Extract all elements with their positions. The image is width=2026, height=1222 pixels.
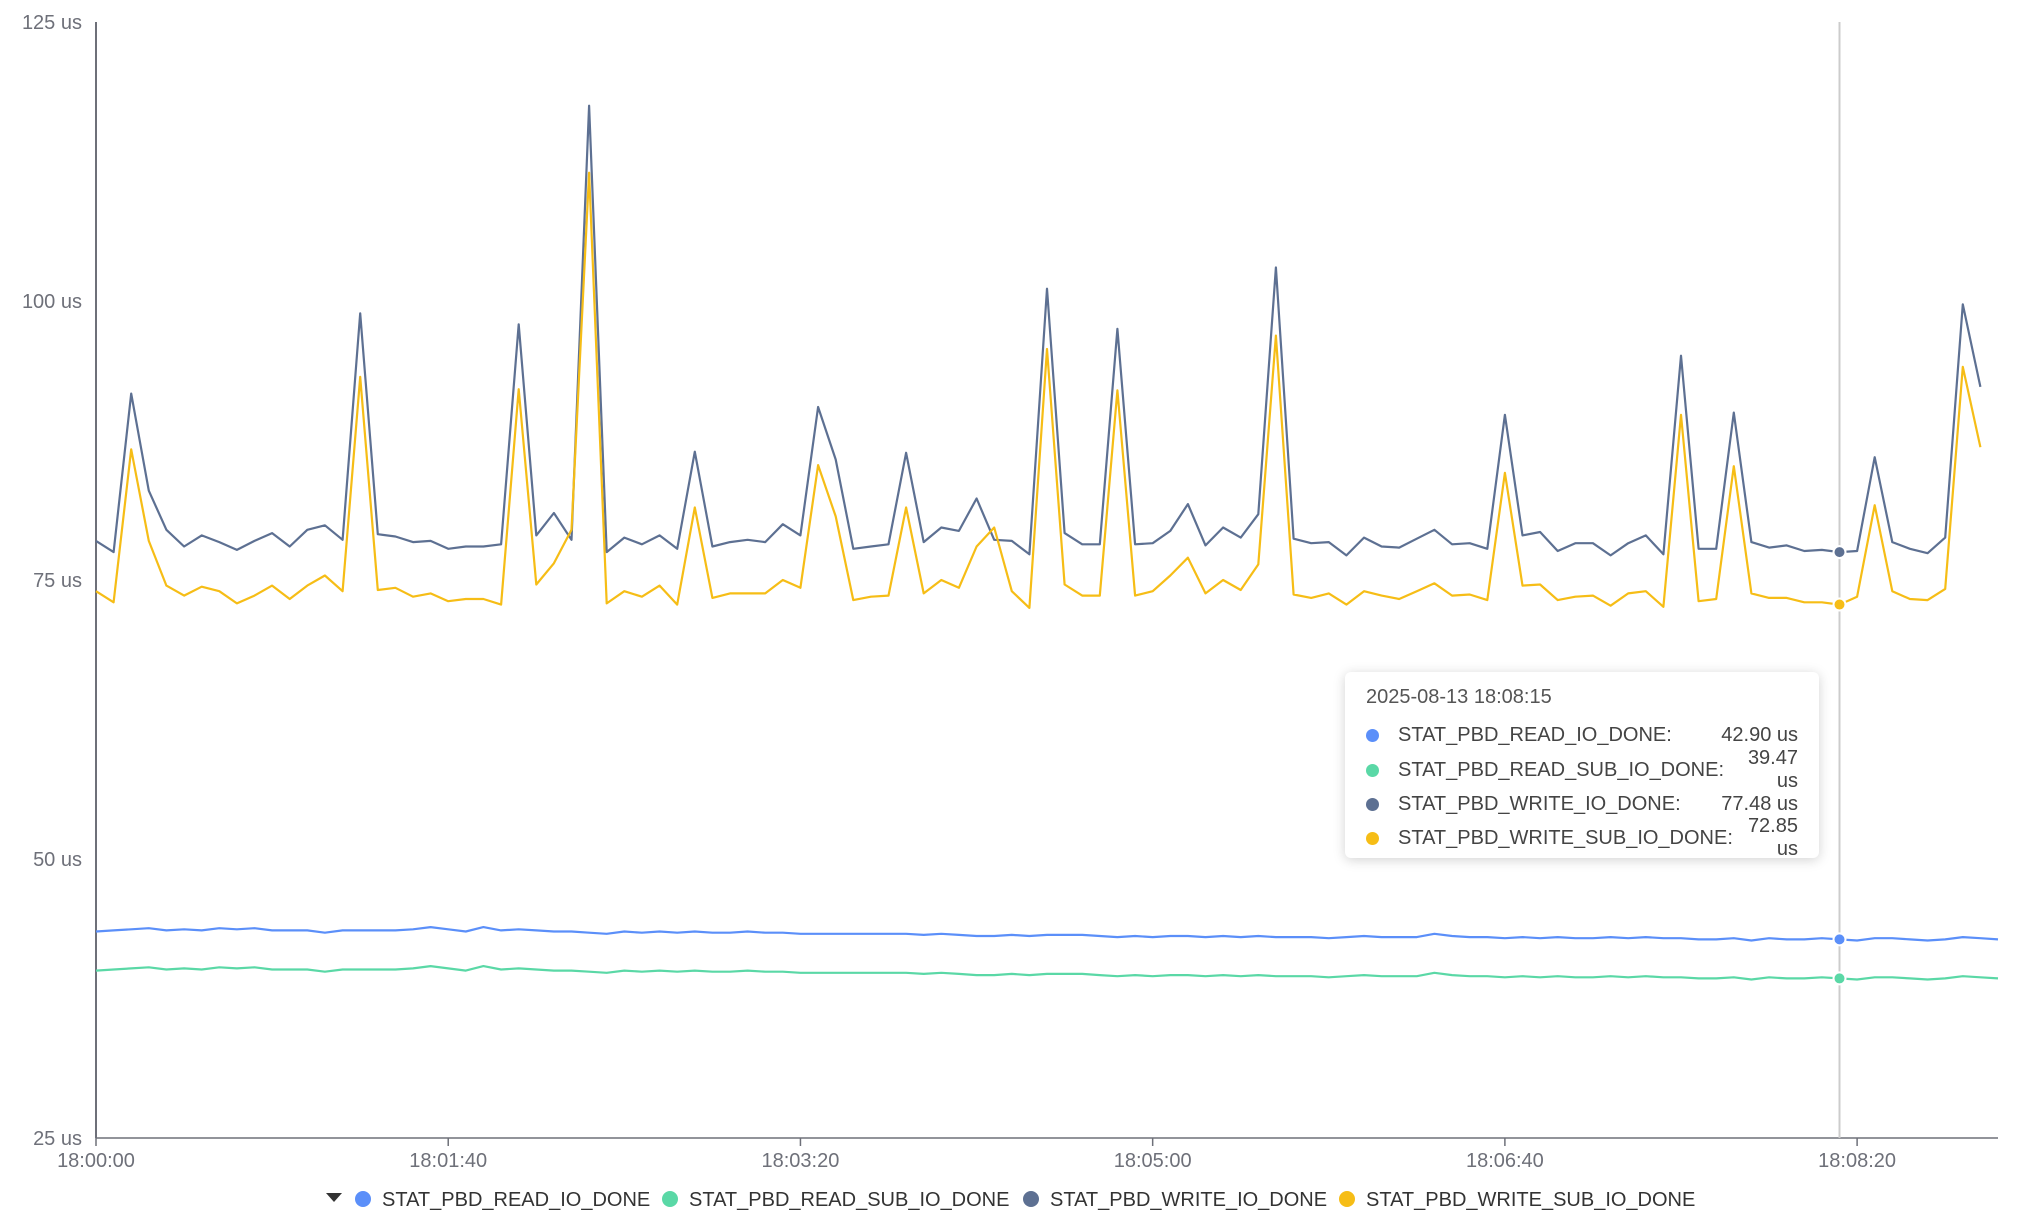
- x-tick-label: 18:06:40: [1466, 1150, 1544, 1172]
- y-tick-label: 125 us: [22, 12, 82, 34]
- triangle-down-icon[interactable]: [326, 1193, 342, 1202]
- y-tick-label: 25 us: [33, 1128, 82, 1150]
- series-color-dot: [1366, 797, 1379, 811]
- tooltip-row-write-sub-io: STAT_PBD_WRITE_SUB_IO_DONE: 72.85 us: [1366, 815, 1798, 860]
- legend-item-stat-pbd-write-io-done[interactable]: STAT_PBD_WRITE_IO_DONE: [1023, 1189, 1327, 1211]
- legend-color-dot: [1339, 1191, 1355, 1207]
- hover-point-stat-pbd-write-io-done: [1832, 545, 1847, 560]
- y-tick-label: 50 us: [33, 849, 82, 871]
- legend-item-stat-pbd-write-sub-io-done[interactable]: STAT_PBD_WRITE_SUB_IO_DONE: [1339, 1189, 1695, 1211]
- legend: STAT_PBD_READ_IO_DONE STAT_PBD_READ_SUB_I…: [326, 1189, 1695, 1211]
- y-tick-label: 75 us: [33, 570, 82, 592]
- series-line-stat-pbd-read-io-done: [95, 925, 1999, 942]
- tooltip-series-name: STAT_PBD_READ_SUB_IO_DONE:: [1398, 758, 1725, 781]
- legend-label: STAT_PBD_WRITE_SUB_IO_DONE: [1366, 1189, 1695, 1211]
- tooltip-series-value: 72.85 us: [1747, 815, 1798, 860]
- series-color-dot: [1366, 831, 1379, 845]
- hover-point-stat-pbd-read-io-done: [1832, 932, 1847, 947]
- axes: 25 us 50 us 75 us 100 us 125 us 18:00:00 18:01…: [22, 12, 1998, 1172]
- legend-item-stat-pbd-read-io-done[interactable]: STAT_PBD_READ_IO_DONE: [355, 1189, 650, 1211]
- tooltip: 2025-08-13 18:08:15 STAT_PBD_READ_IO_DON…: [1345, 672, 1819, 860]
- tooltip-series-value: 42.90 us: [1721, 723, 1798, 746]
- legend-label: STAT_PBD_READ_IO_DONE: [382, 1189, 650, 1211]
- x-tick-label: 18:08:20: [1818, 1150, 1896, 1172]
- legend-label: STAT_PBD_READ_SUB_IO_DONE: [689, 1189, 1009, 1211]
- x-tick-label: 18:00:00: [57, 1150, 135, 1172]
- tooltip-series-value: 39.47 us: [1747, 747, 1798, 792]
- x-tick-label: 18:01:40: [409, 1150, 487, 1172]
- x-tick-label: 18:05:00: [1114, 1150, 1192, 1172]
- hover-point-stat-pbd-read-sub-io-done: [1832, 971, 1847, 986]
- tooltip-series-name: STAT_PBD_WRITE_IO_DONE:: [1398, 792, 1681, 815]
- legend-item-stat-pbd-read-sub-io-done[interactable]: STAT_PBD_READ_SUB_IO_DONE: [662, 1189, 1009, 1211]
- tooltip-series-name: STAT_PBD_READ_IO_DONE:: [1398, 723, 1672, 746]
- legend-label: STAT_PBD_WRITE_IO_DONE: [1050, 1189, 1327, 1211]
- tooltip-series-value: 77.48 us: [1721, 792, 1798, 815]
- legend-color-dot: [662, 1191, 678, 1207]
- series-color-dot: [1366, 763, 1379, 777]
- x-tick-label: 18:03:20: [762, 1150, 840, 1172]
- tooltip-row-read-io: STAT_PBD_READ_IO_DONE: 42.90 us: [1366, 720, 1798, 750]
- legend-color-dot: [1023, 1191, 1039, 1207]
- y-tick-label: 100 us: [22, 291, 82, 313]
- tooltip-row-read-sub-io: STAT_PBD_READ_SUB_IO_DONE: 39.47 us: [1366, 747, 1798, 792]
- tooltip-series-name: STAT_PBD_WRITE_SUB_IO_DONE:: [1398, 826, 1733, 849]
- hover-point-stat-pbd-write-sub-io-done: [1832, 597, 1847, 612]
- legend-color-dot: [355, 1191, 371, 1207]
- series-color-dot: [1366, 728, 1379, 742]
- tooltip-timestamp: 2025-08-13 18:08:15: [1366, 686, 1552, 708]
- series-line-stat-pbd-read-sub-io-done: [95, 964, 1999, 981]
- line-chart[interactable]: 25 us 50 us 75 us 100 us 125 us 18:00:00 18:01…: [0, 0, 2026, 1222]
